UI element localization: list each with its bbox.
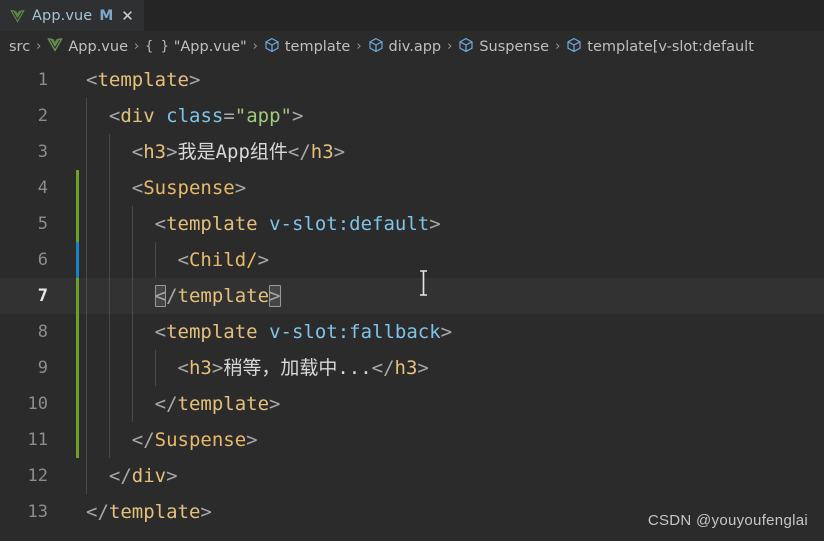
bracket-match-close: > (269, 285, 281, 307)
vue-logo-icon (10, 9, 25, 24)
breadcrumb-item-src[interactable]: src (9, 39, 30, 55)
breadcrumb-separator-icon: › (252, 39, 258, 54)
vscode-editor-window: App.vue M ✕ src › App.vue › { } "App.vue… (0, 0, 824, 541)
line-number: 10 (27, 394, 48, 414)
bracket-match-open: < (154, 285, 167, 307)
line-number: 1 (37, 70, 48, 90)
symbol-cube-icon (264, 37, 280, 57)
tab-app-vue[interactable]: App.vue M ✕ (0, 0, 144, 31)
breadcrumb-separator-icon: › (356, 39, 362, 54)
code-line[interactable]: 8 <template v-slot:fallback> (0, 314, 824, 350)
line-number: 12 (27, 466, 48, 486)
breadcrumb-label: src (9, 38, 31, 55)
symbol-cube-icon (368, 37, 384, 57)
code-line-active[interactable]: 7 </template> (0, 278, 824, 314)
code-line[interactable]: 3 <h3>我是App组件</h3> (0, 134, 824, 170)
symbol-cube-icon (458, 37, 474, 57)
breadcrumb-item-app-vue[interactable]: App.vue (47, 37, 128, 57)
breadcrumb: src › App.vue › { } "App.vue" › template… (0, 31, 824, 62)
code-line[interactable]: 9 <h3>稍等，加载中...</h3> (0, 350, 824, 386)
editor-tab-bar: App.vue M ✕ (0, 0, 824, 31)
line-number: 5 (37, 214, 48, 234)
code-line[interactable]: 10 </template> (0, 386, 824, 422)
code-line-content[interactable]: </Suspense> (58, 422, 824, 458)
line-number: 4 (37, 178, 48, 198)
symbol-cube-icon (566, 37, 582, 57)
code-line[interactable]: 4 <Suspense> (0, 170, 824, 206)
code-line[interactable]: 11 </Suspense> (0, 422, 824, 458)
breadcrumb-label: Suspense (479, 38, 550, 55)
line-number: 3 (37, 142, 48, 162)
code-line-content[interactable]: <Suspense> (58, 170, 824, 206)
code-line-content[interactable]: </template> (58, 278, 824, 314)
code-editor[interactable]: 1 <template> 2 <div class="app"> 3 <h3>我… (0, 62, 824, 541)
breadcrumb-label: "App.vue" (173, 38, 247, 55)
vue-logo-icon (47, 37, 64, 57)
watermark-text: CSDN @youyoufenglai (647, 512, 808, 529)
code-line-content[interactable]: <template v-slot:default> (58, 206, 824, 242)
code-line-content[interactable]: <h3>稍等，加载中...</h3> (58, 350, 824, 386)
code-line[interactable]: 12 </div> (0, 458, 824, 494)
breadcrumb-separator-icon: › (36, 39, 42, 54)
code-line[interactable]: 2 <div class="app"> (0, 98, 824, 134)
code-line-content[interactable]: <template v-slot:fallback> (58, 314, 824, 350)
breadcrumb-item-template-default[interactable]: template[v-slot:default (566, 37, 754, 57)
code-line[interactable]: 5 <template v-slot:default> (0, 206, 824, 242)
line-number: 2 (37, 106, 48, 126)
line-number: 8 (37, 322, 48, 342)
line-number: 13 (27, 502, 48, 522)
breadcrumb-item-app-vue-symbol[interactable]: { } "App.vue" (145, 39, 246, 55)
breadcrumb-separator-icon: › (447, 39, 453, 54)
breadcrumb-item-div-app[interactable]: div.app (368, 37, 442, 57)
close-icon[interactable]: ✕ (120, 8, 135, 24)
code-line-content[interactable]: <Child/> (58, 242, 824, 278)
line-number: 7 (37, 286, 48, 306)
breadcrumb-label: template (284, 38, 351, 55)
tab-label: App.vue (32, 8, 93, 24)
code-line[interactable]: 6 <Child/> (0, 242, 824, 278)
breadcrumb-item-suspense[interactable]: Suspense (458, 37, 549, 57)
code-line-content[interactable]: </div> (58, 458, 824, 494)
code-line-content[interactable]: <div class="app"> (58, 98, 824, 134)
code-line-content[interactable]: <h3>我是App组件</h3> (58, 134, 824, 170)
breadcrumb-label: App.vue (68, 38, 129, 55)
code-line-content[interactable]: </template> (58, 386, 824, 422)
line-number: 11 (27, 430, 48, 450)
line-number: 6 (37, 250, 48, 270)
breadcrumb-label: div.app (388, 38, 442, 55)
code-line[interactable]: 1 <template> (0, 62, 824, 98)
code-line-content[interactable]: <template> (58, 62, 824, 98)
tab-bar-empty-area (143, 0, 824, 31)
breadcrumb-separator-icon: › (555, 39, 561, 54)
breadcrumb-separator-icon: › (134, 39, 140, 54)
tab-dirty-indicator: M (99, 8, 114, 24)
breadcrumb-item-template[interactable]: template (264, 37, 350, 57)
breadcrumb-label: template[v-slot:default (587, 38, 754, 55)
line-number: 9 (37, 358, 48, 378)
braces-icon: { } (145, 39, 169, 54)
